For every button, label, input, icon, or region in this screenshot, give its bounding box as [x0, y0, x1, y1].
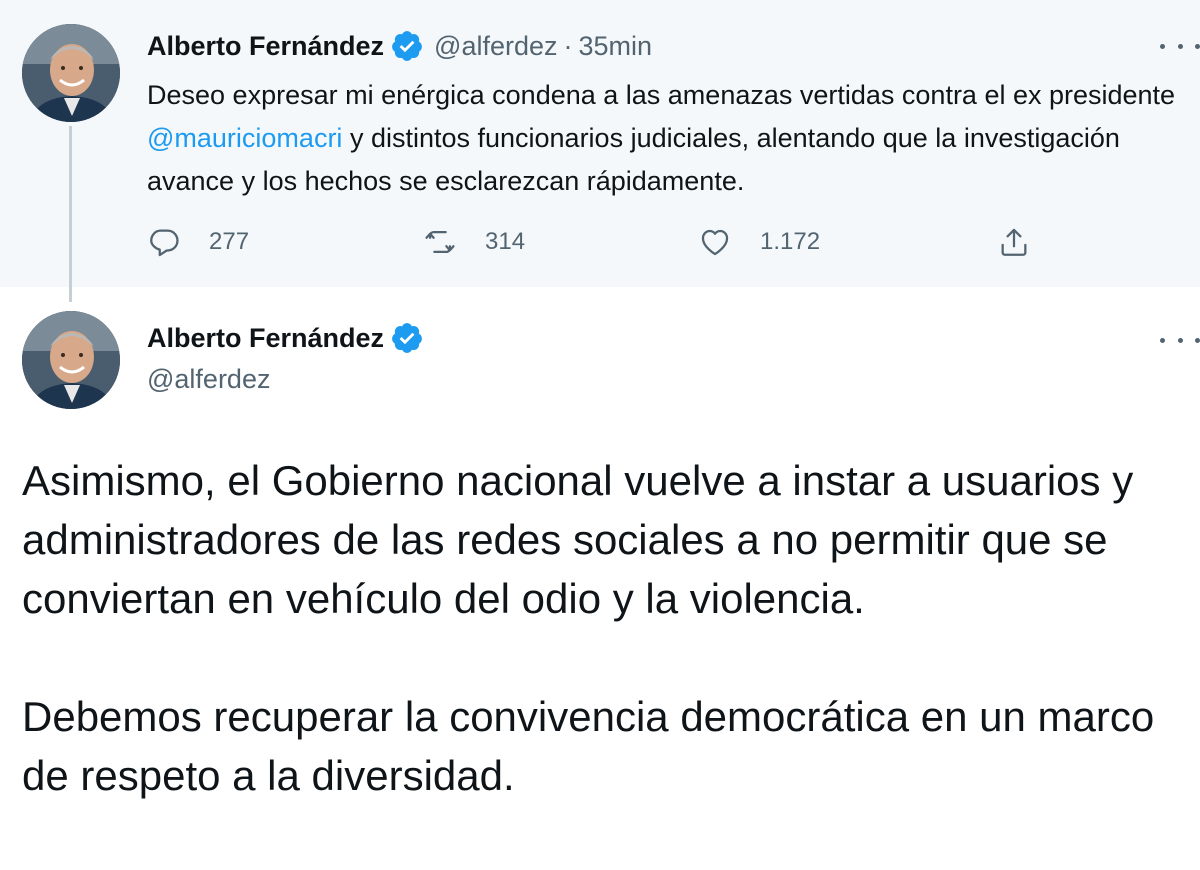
- separator-dot: ·: [563, 30, 573, 61]
- share-icon: [1001, 228, 1027, 256]
- handle[interactable]: @alferdez: [434, 31, 557, 62]
- verified-badge-icon: [390, 29, 424, 63]
- tweet-text: Deseo expresar mi enérgica condena a las…: [147, 74, 1187, 203]
- display-name[interactable]: Alberto Fernández: [147, 31, 384, 62]
- like-button[interactable]: 1.172: [698, 222, 820, 262]
- avatar[interactable]: [22, 24, 120, 122]
- retweet-button[interactable]: 314: [423, 222, 525, 262]
- tweet-header: Alberto Fernández: [147, 320, 424, 356]
- verified-badge-icon: [390, 321, 424, 355]
- thread-connector-line: [69, 126, 72, 302]
- more-options-icon[interactable]: [1160, 330, 1200, 350]
- more-options-icon[interactable]: [1160, 36, 1200, 56]
- reply-button[interactable]: 277: [147, 222, 249, 262]
- tweet-header: Alberto Fernández @alferdez · 35min: [147, 28, 652, 64]
- tweet-paragraph: Asimismo, el Gobierno nacional vuelve a …: [22, 457, 1134, 622]
- mention-link[interactable]: @mauriciomacri: [147, 123, 342, 153]
- reply-icon: [150, 229, 179, 257]
- tweet-paragraph: Debemos recuperar la convivencia democrá…: [22, 693, 1155, 799]
- avatar-photo: [22, 24, 120, 122]
- share-button[interactable]: [997, 222, 1031, 262]
- retweet-icon: [425, 230, 455, 254]
- timestamp[interactable]: 35min: [579, 31, 653, 62]
- heart-icon: [701, 229, 729, 256]
- like-count: 1.172: [760, 228, 821, 255]
- tweet-text: Asimismo, el Gobierno nacional vuelve a …: [22, 451, 1182, 805]
- avatar[interactable]: [22, 311, 120, 409]
- handle[interactable]: @alferdez: [147, 364, 270, 395]
- reply-count: 277: [209, 228, 250, 255]
- display-name[interactable]: Alberto Fernández: [147, 323, 384, 354]
- avatar-photo: [22, 311, 120, 409]
- tweet-text-part: Deseo expresar mi enérgica condena a las…: [147, 80, 1176, 110]
- retweet-count: 314: [485, 228, 526, 255]
